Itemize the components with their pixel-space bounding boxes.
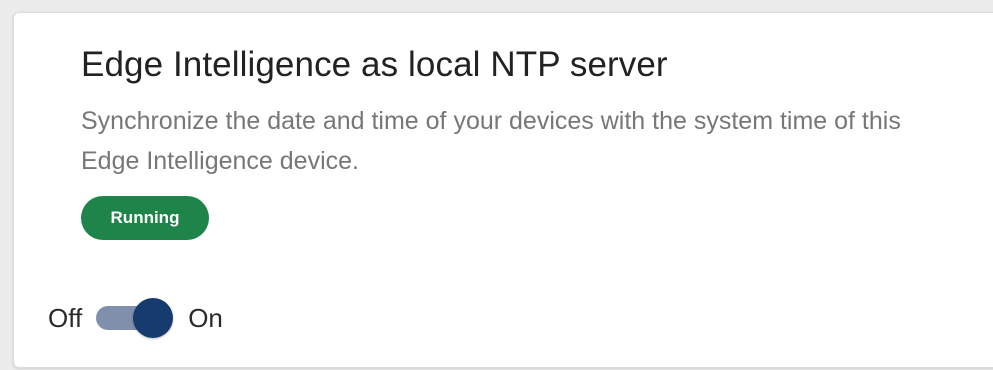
toggle-off-label: Off: [48, 303, 83, 333]
card-title: Edge Intelligence as local NTP server: [81, 45, 668, 84]
card-description: Synchronize the date and time of your de…: [81, 107, 901, 175]
toggle-on-label: On: [188, 303, 223, 333]
status-badge: Running: [81, 196, 209, 240]
ntp-server-toggle[interactable]: [96, 296, 174, 340]
ntp-toggle-row: Off On: [48, 296, 223, 340]
ntp-server-card: Edge Intelligence as local NTP server Sy…: [13, 12, 993, 368]
toggle-thumb: [133, 298, 174, 338]
